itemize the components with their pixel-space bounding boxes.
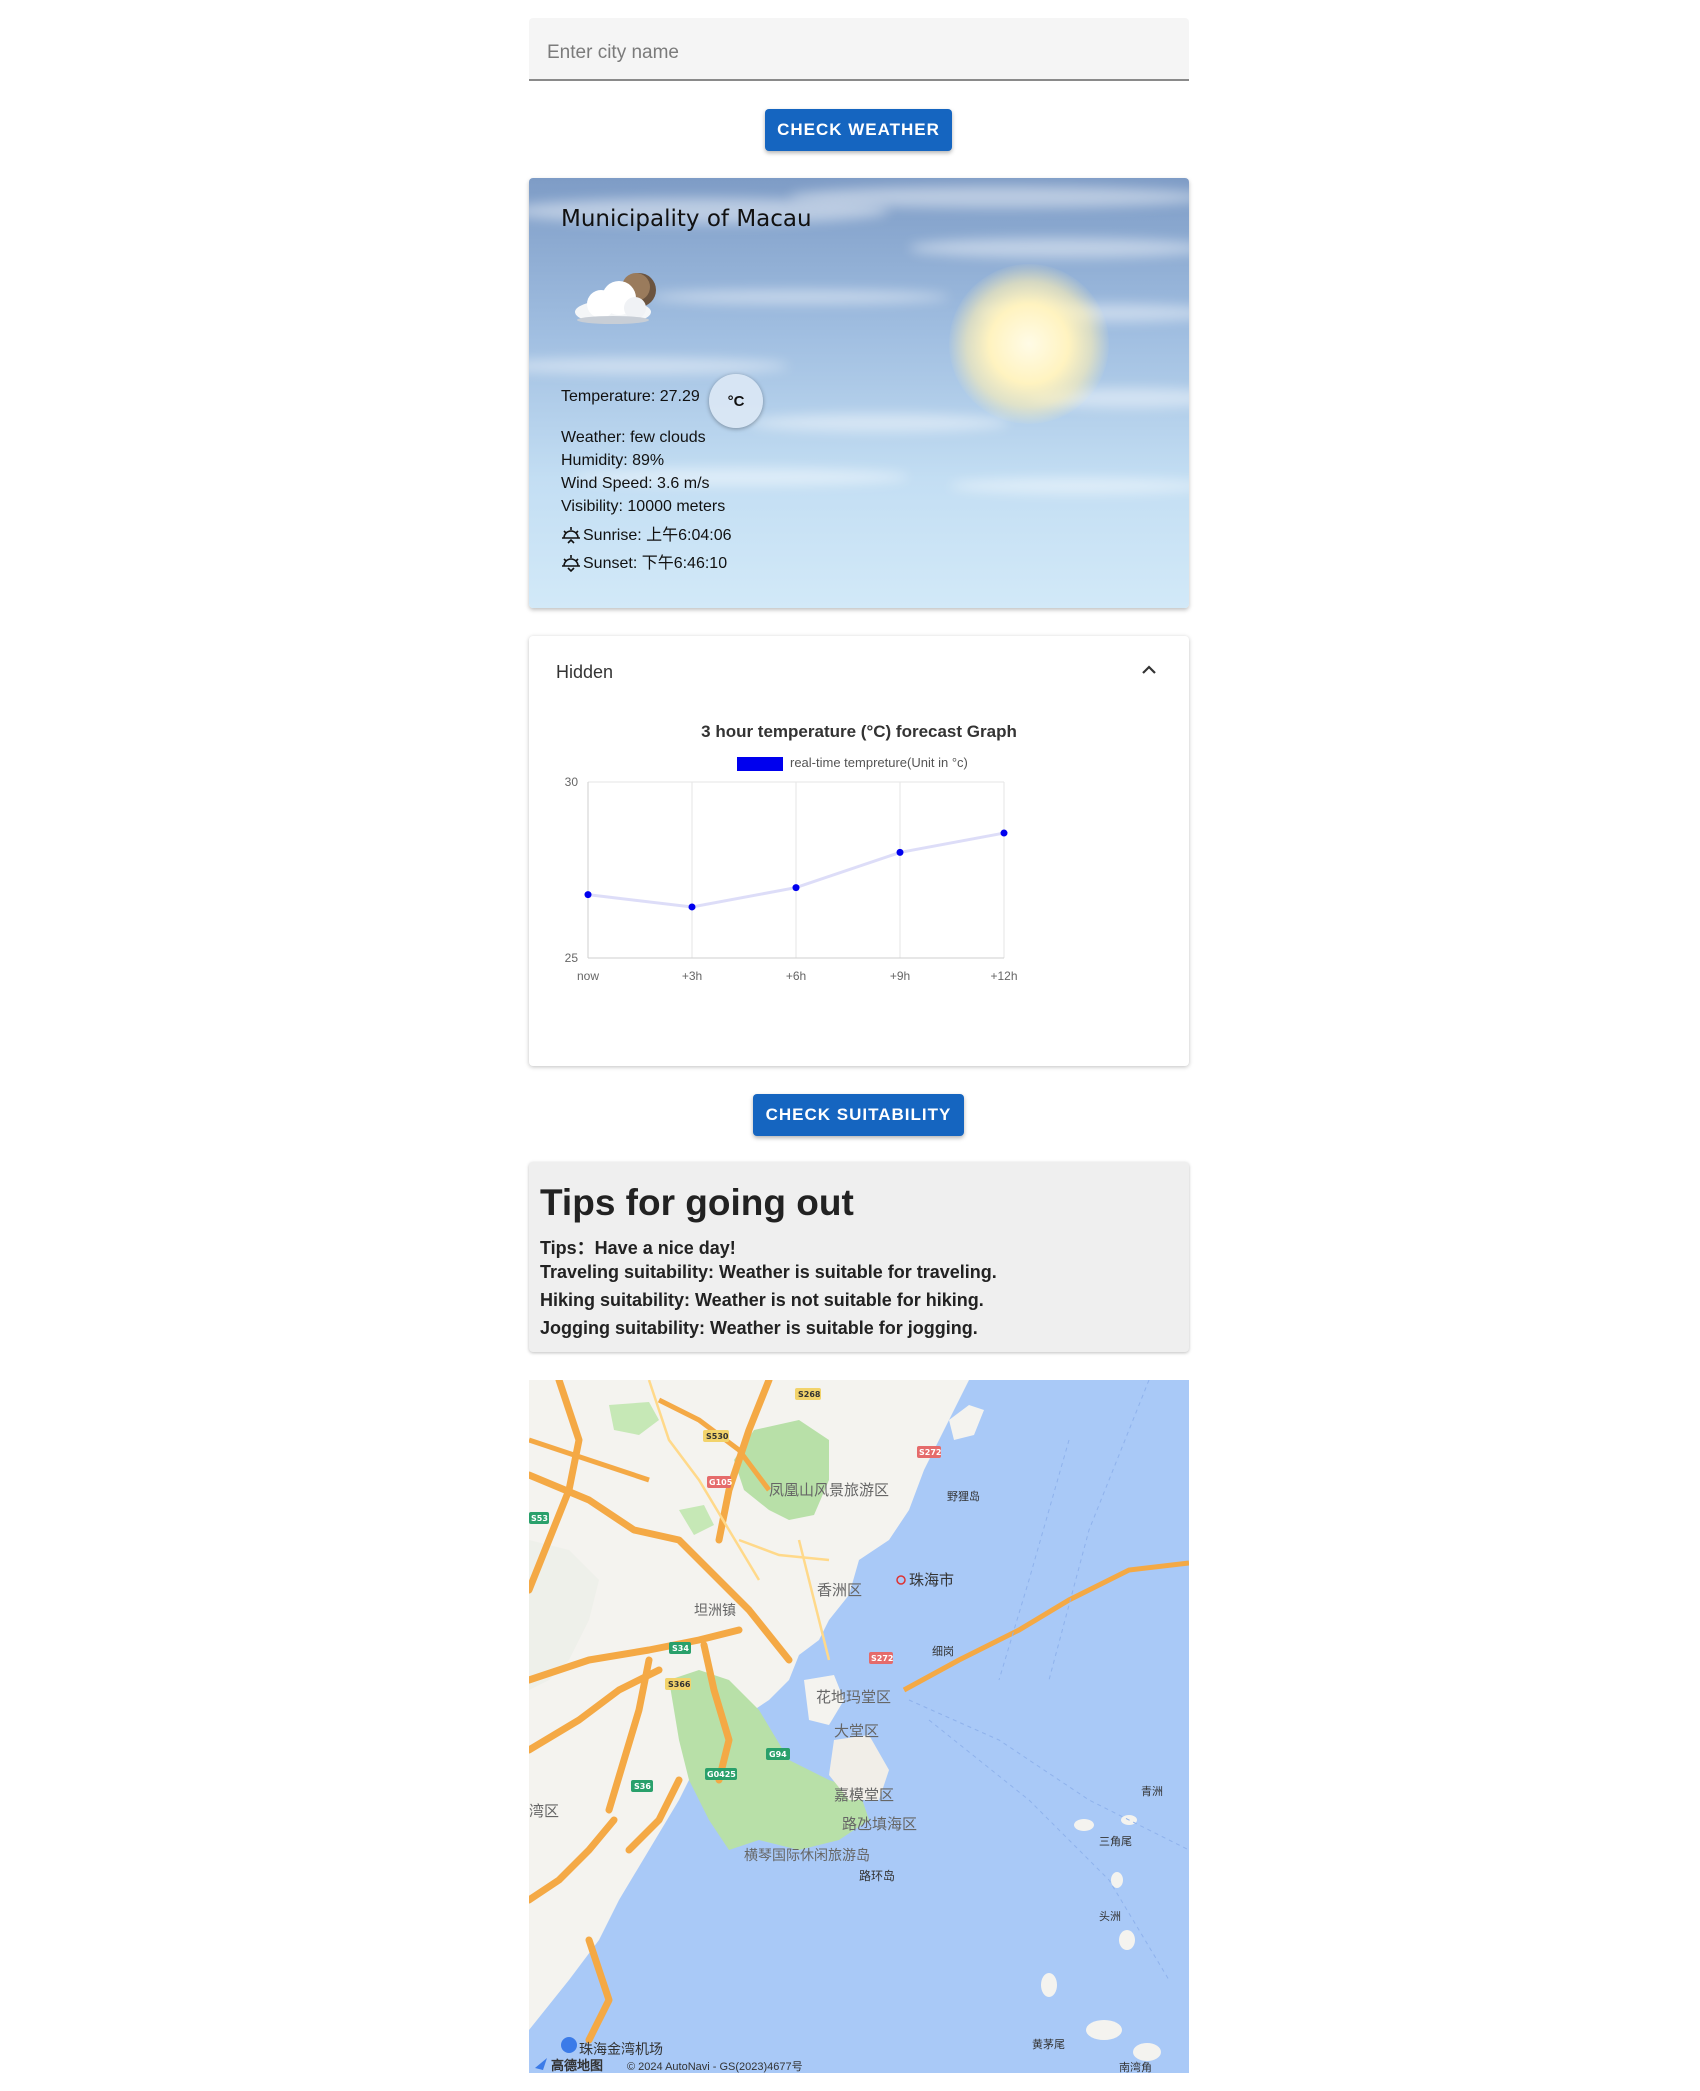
- x-tick-label: +12h: [990, 969, 1017, 983]
- road-shield: S366: [668, 1680, 691, 1689]
- tip-jogging: Jogging suitability: Weather is suitable…: [540, 1318, 978, 1338]
- map-label: 头洲: [1099, 1910, 1121, 1923]
- forecast-line-chart: 25 30 now +3h +6h +9h +12h: [565, 775, 1018, 983]
- map-label: 花地玛堂区: [816, 1688, 891, 1706]
- airport-icon: [561, 2037, 577, 2053]
- x-tick-label: +6h: [786, 969, 806, 983]
- tips-card: Tips for going out Tips：Have a nice day!…: [529, 1162, 1189, 1352]
- data-point: [1000, 829, 1008, 837]
- visibility-text: Visibility: 10000 meters: [561, 498, 726, 515]
- road-shield: S272: [919, 1448, 941, 1457]
- sunrise-row: Sunrise: 上午6:04:06: [561, 521, 732, 546]
- sunrise-text: Sunrise: 上午6:04:06: [583, 527, 732, 544]
- city-input[interactable]: [529, 18, 1189, 79]
- map-label: 南湾角: [1119, 2060, 1152, 2073]
- map-label: 黄茅尾: [1032, 2037, 1065, 2051]
- sunrise-icon: [562, 526, 580, 544]
- city-name: Municipality of Macau: [561, 206, 812, 232]
- map-label: 三角尾: [1099, 1835, 1132, 1848]
- map-label: 坦洲镇: [694, 1603, 736, 1619]
- data-point: [688, 903, 696, 911]
- road-shield: S272: [871, 1654, 893, 1663]
- sunset-row: Sunset: 下午6:46:10: [561, 549, 727, 574]
- map-label: 路氹填海区: [842, 1815, 917, 1833]
- unit-toggle-button[interactable]: °C: [709, 374, 763, 428]
- map-label: 横琴国际休闲旅游岛: [744, 1848, 870, 1864]
- tip-hiking: Hiking suitability: Weather is not suita…: [540, 1290, 984, 1310]
- temperature-text: Temperature: 27.29: [561, 388, 700, 405]
- road-shield: S268: [798, 1390, 821, 1399]
- map-label: 野狸岛: [947, 1489, 980, 1503]
- city-search-field[interactable]: [529, 18, 1189, 81]
- data-point: [584, 891, 592, 899]
- map-label: 珠海金湾机场: [579, 2041, 663, 2058]
- map-label: 细岗: [932, 1645, 954, 1658]
- map-label: 凤凰山风景旅游区: [769, 1481, 889, 1499]
- weather-desc: Weather: few clouds: [561, 429, 706, 446]
- map-label: 大堂区: [834, 1722, 879, 1740]
- map-label: 青洲: [1141, 1785, 1163, 1798]
- road-shield: G0425: [707, 1770, 736, 1779]
- road-shield: S53: [531, 1514, 548, 1523]
- sunset-icon: [562, 554, 580, 572]
- tip-general: Tips：Have a nice day!: [540, 1238, 736, 1258]
- road-shield: S36: [634, 1782, 651, 1791]
- y-tick-label: 30: [565, 775, 579, 789]
- tip-traveling: Traveling suitability: Weather is suitab…: [540, 1262, 997, 1282]
- humidity-text: Humidity: 89%: [561, 452, 665, 469]
- map-label: 湾区: [529, 1802, 559, 1820]
- map-canvas[interactable]: 凤凰山风景旅游区 珠海市 香洲区 坦洲镇 花地玛堂区 大堂区 嘉模堂区 路氹填海…: [529, 1380, 1189, 2073]
- data-point: [792, 884, 800, 892]
- x-tick-label: now: [577, 969, 599, 983]
- map-label: 路环岛: [859, 1868, 895, 1883]
- map-label: 香洲区: [817, 1581, 862, 1599]
- few-clouds-icon: [575, 273, 656, 324]
- road-shield: S34: [672, 1644, 689, 1653]
- y-tick-label: 25: [565, 951, 579, 965]
- data-point: [896, 848, 904, 856]
- wind-speed-text: Wind Speed: 3.6 m/s: [561, 475, 710, 492]
- check-suitability-button[interactable]: CHECK SUITABILITY: [753, 1094, 964, 1136]
- sun-graphic: [949, 264, 1109, 424]
- map-view[interactable]: 凤凰山风景旅游区 珠海市 香洲区 坦洲镇 花地玛堂区 大堂区 嘉模堂区 路氹填海…: [529, 1380, 1189, 2073]
- x-tick-label: +3h: [682, 969, 702, 983]
- map-attribution: © 2024 AutoNavi - GS(2023)4677号: [627, 2060, 803, 2073]
- map-label: 珠海市: [909, 1571, 954, 1589]
- check-weather-button[interactable]: CHECK WEATHER: [765, 109, 952, 151]
- tips-heading: Tips for going out: [540, 1182, 854, 1223]
- road-shield: S530: [706, 1432, 729, 1441]
- sunset-text: Sunset: 下午6:46:10: [583, 555, 728, 572]
- x-tick-label: +9h: [890, 969, 910, 983]
- road-shield: G94: [769, 1750, 787, 1759]
- road-shield: G105: [709, 1478, 733, 1487]
- amap-logo: 高德地图: [551, 2058, 603, 2073]
- weather-card: Municipality of Macau Temperature: 27.29…: [529, 178, 1189, 608]
- forecast-panel: Hidden 3 hour temperature (°C) forecast …: [529, 636, 1189, 1066]
- map-label: 嘉模堂区: [834, 1786, 894, 1804]
